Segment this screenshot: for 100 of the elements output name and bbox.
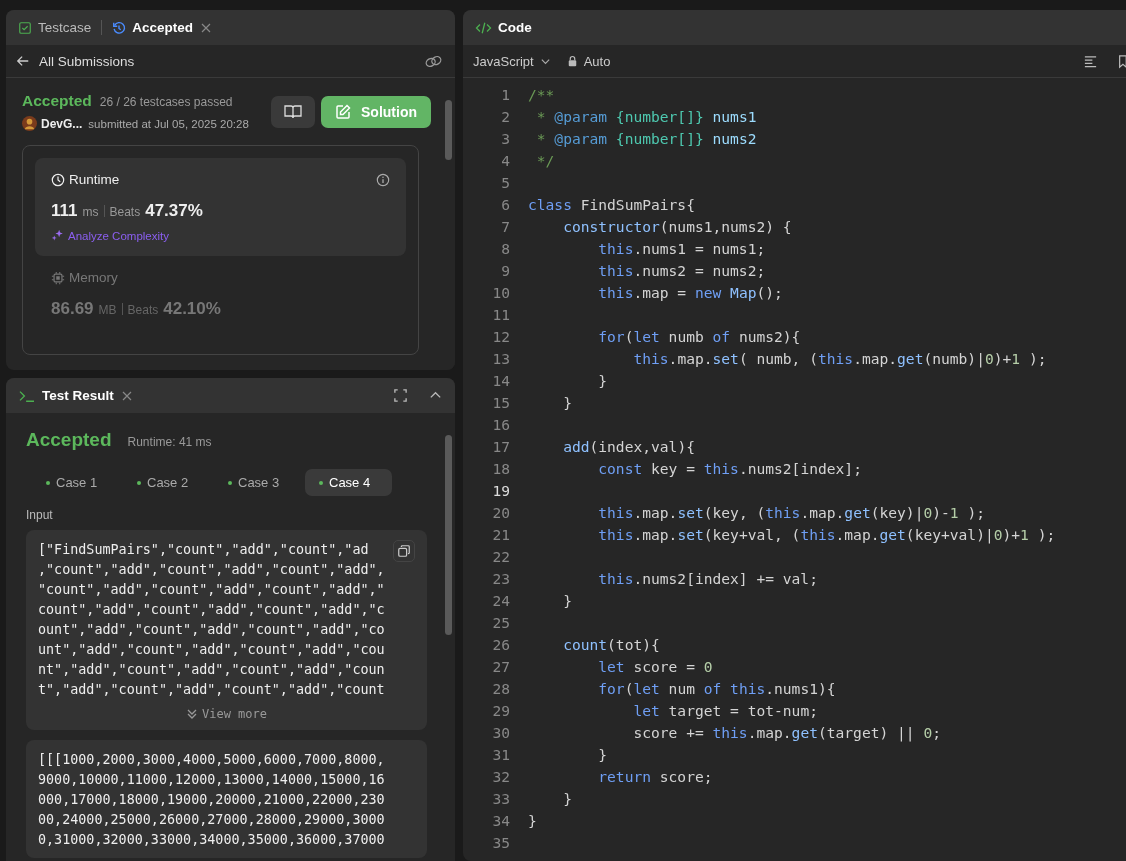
case-tab[interactable]: Case 3 [214, 469, 301, 496]
chip-icon [51, 270, 65, 285]
mode-label[interactable]: Auto [583, 53, 611, 69]
line-number: 22 [491, 547, 510, 565]
code-line: * @param {number[]} nums1 [535, 107, 757, 125]
panel-tab[interactable]: Testcase [18, 20, 92, 35]
status-label: Accepted [22, 92, 92, 110]
line-number: 16 [491, 415, 510, 433]
edit-icon [335, 103, 351, 120]
metric-card[interactable]: Runtime 111 ms Beats 47.37% Analyze Complexity [35, 158, 406, 256]
code-line: this.map = new Map(); [597, 283, 783, 301]
code-line: let target = tot-num; [632, 701, 818, 719]
code-line: } [528, 811, 537, 829]
metric-unit: MB [98, 303, 117, 317]
code-line: this.map.set(key+val, (this.map.get(key+val)|0)+1 ); [597, 525, 1056, 543]
history-icon [112, 20, 127, 35]
line-number: 9 [500, 261, 510, 279]
clock-icon [51, 172, 65, 187]
code-line: score += this.map.get(target) || 0; [632, 723, 941, 741]
book-icon [284, 104, 302, 119]
code-line: * @param {number[]} nums2 [535, 129, 757, 147]
line-number: 5 [500, 173, 510, 191]
code-line: } [562, 393, 572, 411]
code-line: add(index,val){ [562, 437, 695, 455]
line-number: 29 [491, 701, 510, 719]
code-line: for(let num of this.nums1){ [597, 679, 836, 697]
input-text-line: ,"count","add","count","add","count","add", [38, 561, 385, 579]
input-text-line: "count","add","count","add","count","add"," [38, 581, 385, 599]
metric-value: 86.69 [51, 299, 94, 319]
code-line: } [562, 789, 572, 807]
line-number: 26 [491, 635, 510, 653]
code-line: return score; [597, 767, 713, 785]
line-number: 10 [491, 283, 510, 301]
panel-tab[interactable]: Code [498, 20, 532, 35]
line-number: 1 [500, 85, 510, 103]
code-line: let score = 0 [597, 657, 713, 675]
beats-label: Beats [127, 303, 159, 317]
close-icon[interactable] [121, 390, 132, 401]
code-line: } [597, 371, 608, 389]
editorial-button[interactable] [271, 95, 315, 128]
line-number: 25 [491, 613, 510, 631]
case-tab[interactable]: Case 4 [305, 469, 392, 496]
sparkle-icon [51, 229, 64, 242]
chevrons-down-icon [186, 708, 198, 720]
panel-tab[interactable]: Test Result [42, 388, 114, 403]
line-number: 6 [500, 195, 510, 213]
line-number: 17 [491, 437, 510, 455]
panel-tab[interactable]: Accepted [112, 20, 194, 35]
copy-button[interactable] [393, 540, 415, 562]
line-number: 23 [491, 569, 510, 587]
terminal-icon [18, 388, 36, 403]
code-line: constructor(nums1,nums2) { [562, 217, 792, 235]
code-line: this.nums1 = nums1; [597, 239, 766, 257]
back-arrow-icon [16, 54, 30, 68]
info-icon[interactable] [376, 172, 390, 187]
case-tab[interactable]: Case 1 [32, 469, 119, 496]
line-number: 7 [500, 217, 510, 235]
code-line: this.nums2[index] += val; [597, 569, 818, 587]
line-number: 11 [491, 305, 510, 323]
case-tab[interactable]: Case 2 [123, 469, 210, 496]
checkbox-icon [18, 20, 32, 35]
line-number: 15 [491, 393, 510, 411]
close-icon[interactable] [201, 22, 212, 33]
view-more-button[interactable]: View more [180, 706, 273, 722]
input-text-line: unt","add","count","add","count","add","cou [38, 641, 385, 659]
back-link[interactable]: All Submissions [16, 53, 135, 69]
line-number: 14 [491, 371, 510, 389]
result-status: Accepted [26, 429, 112, 451]
input-text-line: t","add","count","add","count","add","count [38, 681, 385, 699]
maximize-icon[interactable] [393, 388, 408, 403]
code-line: this.map.set( numb, (this.map.get(numb)|0)+1 ); [632, 349, 1047, 367]
line-number: 33 [491, 789, 510, 807]
line-number: 28 [491, 679, 510, 697]
code-line: count(tot){ [562, 635, 660, 653]
code-line: } [597, 745, 608, 763]
format-icon[interactable] [1083, 53, 1098, 69]
line-number: 30 [491, 723, 510, 741]
language-dropdown[interactable]: JavaScript [473, 53, 551, 69]
input-text-line: 0,31000,32000,33000,34000,35000,36000,37000 [38, 831, 385, 849]
runtime-text: Runtime: 41 ms [127, 435, 212, 449]
lock-icon [566, 55, 578, 67]
code-line: this.map.set(key, (this.map.get(key)|0)-1 ); [597, 503, 985, 521]
input-text-line: nt","add","count","add","count","add","coun [38, 661, 385, 679]
line-number: 34 [491, 811, 510, 829]
beats-percent: 47.37% [145, 201, 203, 221]
line-number: 3 [500, 129, 510, 147]
link-icon[interactable] [424, 53, 443, 69]
line-number: 18 [491, 459, 510, 477]
line-number: 24 [491, 591, 510, 609]
code-line: this.nums2 = nums2; [597, 261, 766, 279]
line-number: 8 [500, 239, 510, 257]
input-label: Input [26, 508, 54, 522]
code-icon [475, 20, 492, 35]
code-line: } [562, 591, 572, 609]
line-number: 27 [491, 657, 510, 675]
metric-unit: ms [82, 205, 99, 219]
username[interactable]: DevG... [41, 116, 83, 131]
line-number: 13 [491, 349, 510, 367]
copy-icon [397, 544, 411, 558]
bookmark-icon[interactable] [1118, 53, 1126, 69]
